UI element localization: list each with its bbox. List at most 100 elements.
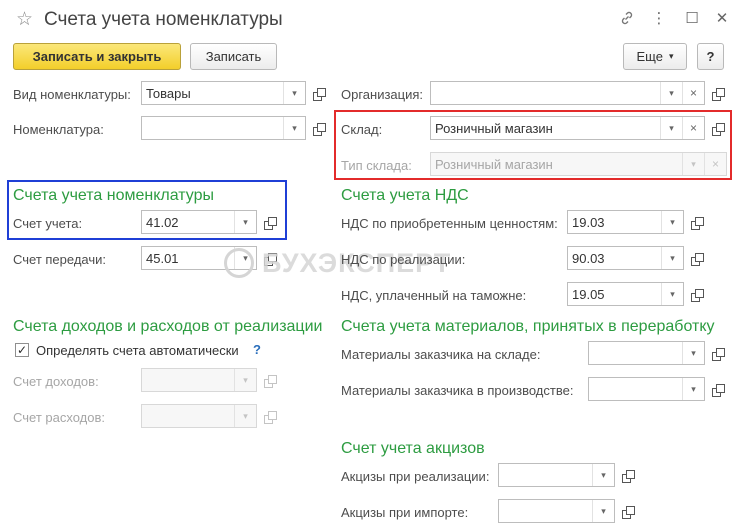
section-accounts-title: Счета учета номенклатуры [13,187,215,204]
section-materials-title: Счета учета материалов, принятых в перер… [341,318,715,335]
section-vat-title: Счета учета НДС [341,187,469,204]
open-icon[interactable] [258,210,280,234]
open-icon[interactable] [706,116,728,140]
more-vertical-icon[interactable]: ⋮ [647,6,671,30]
dropdown-icon[interactable]: ▾ [592,500,614,522]
auto-accounts-label: Определять счета автоматически [36,343,239,358]
more-button[interactable]: Еще ▾ [623,43,687,70]
vat-purchase-field[interactable]: 19.03 ▾ [567,210,684,234]
section-income-title: Счета доходов и расходов от реализации [13,318,323,335]
dropdown-icon[interactable]: ▾ [682,342,704,364]
open-icon[interactable] [706,377,728,401]
window-title: Счета учета номенклатуры [44,9,283,30]
dropdown-icon[interactable]: ▾ [682,153,704,175]
open-icon[interactable] [706,341,728,365]
warehouse-label: Склад: [341,122,383,137]
save-and-close-button[interactable]: Записать и закрыть [13,43,181,70]
open-icon[interactable] [685,210,707,234]
vat-sales-value: 90.03 [572,250,605,266]
dropdown-icon[interactable]: ▾ [234,405,256,427]
dropdown-icon[interactable]: ▾ [661,211,683,233]
excise-import-field[interactable]: ▾ [498,499,615,523]
dropdown-icon[interactable]: ▾ [682,378,704,400]
open-icon[interactable] [307,81,329,105]
warehouse-value: Розничный магазин [435,120,553,136]
chevron-down-icon: ▾ [668,51,674,61]
vat-purchase-value: 19.03 [572,214,605,230]
warehouse-type-value: Розничный магазин [435,156,553,172]
vid-nomenclature-field[interactable]: Товары ▾ [141,81,306,105]
section-excise-title: Счет учета акцизов [341,440,485,457]
vat-sales-field[interactable]: 90.03 ▾ [567,246,684,270]
excise-sales-label: Акцизы при реализации: [341,469,490,484]
income-field[interactable]: ▾ [141,368,257,392]
link-icon[interactable] [615,6,639,30]
materials-production-value [589,378,682,400]
open-icon[interactable] [616,499,638,523]
dropdown-icon[interactable]: ▾ [234,369,256,391]
vid-nomenclature-label: Вид номенклатуры: [13,87,131,102]
excise-import-label: Акцизы при импорте: [341,505,469,520]
clear-icon[interactable]: × [682,82,704,104]
maximize-icon[interactable]: ☐ [680,6,704,30]
account-value: 41.02 [146,214,179,230]
vat-purchase-label: НДС по приобретенным ценностям: [341,216,558,231]
nomenclature-value [142,117,283,139]
close-icon[interactable]: ✕ [710,6,734,30]
warehouse-field[interactable]: Розничный магазин ▾ × [430,116,705,140]
income-value [142,369,234,391]
excise-sales-field[interactable]: ▾ [498,463,615,487]
nomenclature-label: Номенклатура: [13,122,104,137]
nomenclature-field[interactable]: ▾ [141,116,306,140]
vat-customs-field[interactable]: 19.05 ▾ [567,282,684,306]
open-icon[interactable] [307,116,329,140]
watermark-logo [224,248,254,278]
materials-production-label: Материалы заказчика в производстве: [341,383,574,398]
vat-customs-value: 19.05 [572,286,605,302]
dropdown-icon[interactable]: ▾ [592,464,614,486]
open-icon[interactable] [685,246,707,270]
dropdown-icon[interactable]: ▾ [660,117,682,139]
organization-field[interactable]: ▾ × [430,81,705,105]
clear-icon[interactable]: × [682,117,704,139]
excise-import-value [499,500,592,522]
auto-accounts-help-icon[interactable]: ? [253,342,261,357]
materials-production-field[interactable]: ▾ [588,377,705,401]
open-icon[interactable] [616,463,638,487]
materials-warehouse-value [589,342,682,364]
materials-warehouse-field[interactable]: ▾ [588,341,705,365]
warehouse-type-label: Тип склада: [341,158,412,173]
expense-field[interactable]: ▾ [141,404,257,428]
transfer-value: 45.01 [146,250,179,266]
account-label: Счет учета: [13,216,83,231]
dropdown-icon[interactable]: ▾ [283,117,305,139]
warehouse-type-field[interactable]: Розничный магазин ▾ × [430,152,727,176]
help-button[interactable]: ? [697,43,724,70]
more-button-label: Еще [636,49,663,64]
open-icon[interactable] [706,81,728,105]
dropdown-icon[interactable]: ▾ [234,211,256,233]
save-button[interactable]: Записать [190,43,277,70]
vat-sales-label: НДС по реализации: [341,252,466,267]
expense-label: Счет расходов: [13,410,105,425]
vid-nomenclature-value: Товары [146,85,191,101]
organization-value [431,82,660,104]
open-icon[interactable] [258,368,280,392]
materials-warehouse-label: Материалы заказчика на складе: [341,347,541,362]
expense-value [142,405,234,427]
dropdown-icon[interactable]: ▾ [661,283,683,305]
transfer-label: Счет передачи: [13,252,106,267]
vat-customs-label: НДС, уплаченный на таможне: [341,288,527,303]
clear-icon[interactable]: × [704,153,726,175]
open-icon[interactable] [685,282,707,306]
excise-sales-value [499,464,592,486]
open-icon[interactable] [258,404,280,428]
favorite-star-icon[interactable]: ☆ [16,8,33,31]
account-field[interactable]: 41.02 ▾ [141,210,257,234]
income-label: Счет доходов: [13,374,99,389]
dropdown-icon[interactable]: ▾ [283,82,305,104]
organization-label: Организация: [341,87,424,102]
dropdown-icon[interactable]: ▾ [661,247,683,269]
auto-accounts-checkbox[interactable]: ✓ [15,343,29,357]
dropdown-icon[interactable]: ▾ [660,82,682,104]
